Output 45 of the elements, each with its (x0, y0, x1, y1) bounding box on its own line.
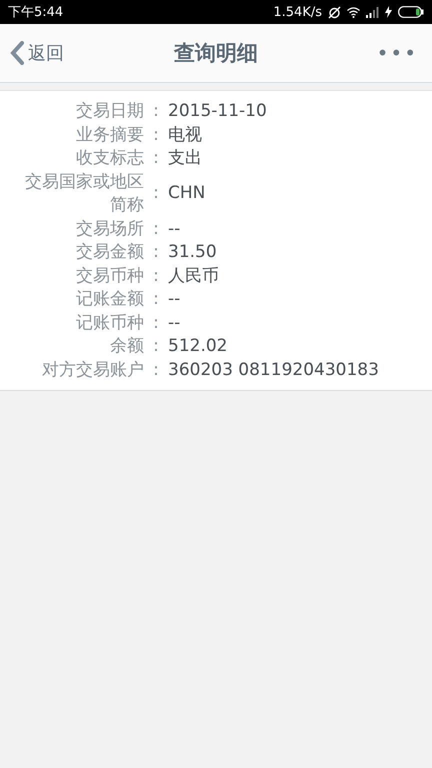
field-value: 人民币 (168, 264, 220, 288)
back-button[interactable]: 返回 (10, 41, 64, 65)
field-separator: : (152, 100, 160, 123)
field-separator: : (152, 358, 160, 382)
field-label: 记账币种 (75, 312, 144, 334)
field-value: 2015-11-10 (168, 100, 268, 123)
charging-icon (385, 6, 392, 18)
field-label: 记账金额 (75, 288, 144, 311)
field-value: 支出 (168, 147, 203, 170)
field-separator: : (152, 288, 160, 311)
field-separator: : (152, 218, 160, 240)
more-button[interactable]: ••• (372, 41, 422, 65)
field-separator: : (152, 264, 160, 288)
battery-icon (398, 6, 424, 18)
field-value: 电视 (168, 124, 203, 146)
field-separator: : (152, 335, 160, 358)
field-label: 交易场所 (75, 218, 144, 240)
field-label: 业务摘要 (75, 124, 144, 146)
field-separator: : (152, 182, 160, 206)
alarm-off-icon (328, 6, 341, 18)
wifi-icon (347, 6, 360, 18)
field-value: 360203 0811920430183 (168, 358, 380, 382)
field-label: 交易国家或地区简称 (24, 170, 144, 217)
field-value: -- (168, 288, 182, 311)
field-label: 交易币种 (75, 264, 144, 288)
field-value: 31.50 (168, 241, 218, 264)
status-time: 下午5:44 (8, 4, 64, 21)
network-speed: 1.54K/s (273, 4, 322, 20)
back-label[interactable]: 返回 (28, 41, 64, 65)
field-label: 收支标志 (75, 147, 144, 170)
field-separator: : (152, 312, 160, 334)
field-separator: : (152, 124, 160, 146)
field-label: 交易金额 (75, 241, 144, 264)
page-title: 查询明细 (174, 40, 258, 67)
field-separator: : (152, 241, 160, 264)
field-value: 512.02 (168, 335, 228, 358)
chevron-left-icon (10, 41, 24, 65)
field-label: 对方交易账户 (41, 358, 144, 382)
field-value: -- (168, 312, 182, 334)
signal-icon (366, 6, 379, 18)
field-label: 余额 (109, 335, 144, 358)
field-value: CHN (168, 182, 206, 206)
field-label: 交易日期 (75, 100, 144, 123)
field-value: -- (168, 218, 182, 240)
field-separator: : (152, 147, 160, 170)
